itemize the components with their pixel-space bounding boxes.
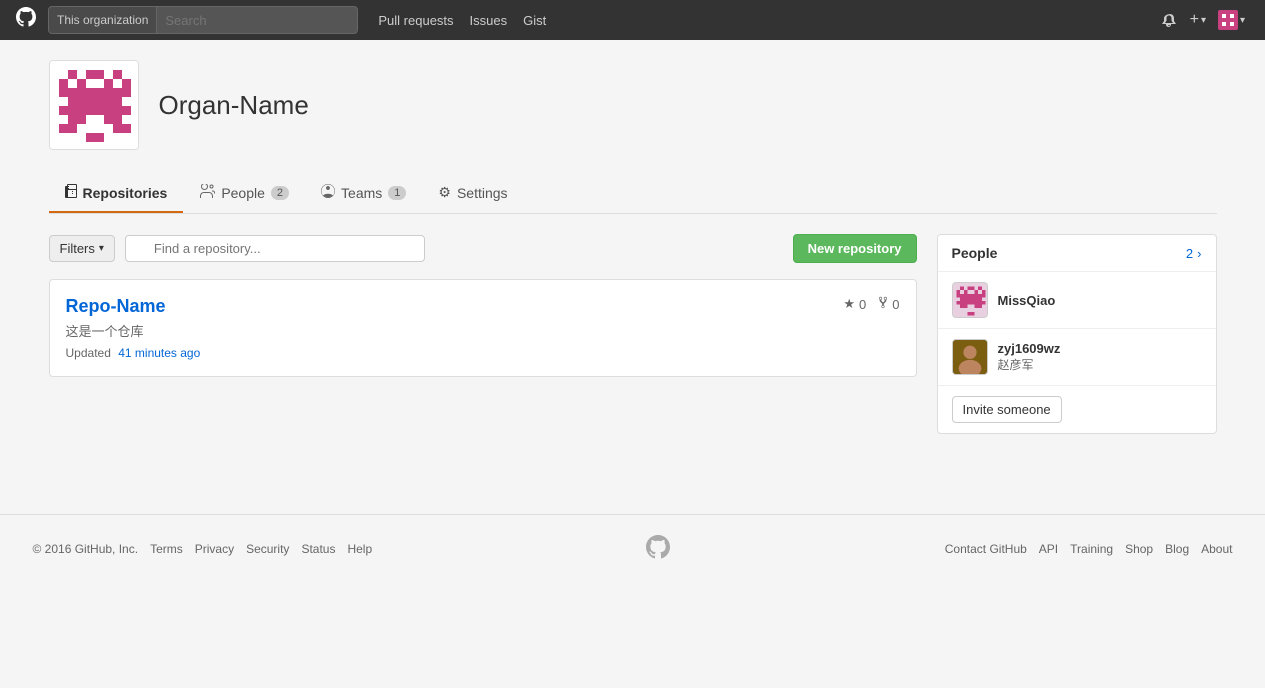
header-search-input[interactable]	[157, 13, 357, 28]
sidebar-header: People 2 ›	[938, 235, 1216, 272]
page-container: Organ-Name Repositories People 2 Teams 1…	[33, 40, 1233, 454]
filters-row: Filters ▾ New repository	[49, 234, 917, 263]
teams-badge: 1	[388, 186, 406, 200]
notifications-button[interactable]	[1156, 8, 1182, 32]
footer-right: Contact GitHub API Training Shop Blog Ab…	[945, 542, 1233, 556]
sidebar-footer: Invite someone	[938, 386, 1216, 433]
invite-someone-button[interactable]: Invite someone	[952, 396, 1062, 423]
org-name: Organ-Name	[159, 90, 309, 121]
people-badge: 2	[271, 186, 289, 200]
repo-updated: Updated 41 minutes ago	[66, 346, 900, 360]
footer-center	[646, 535, 670, 562]
zyj-alias: 赵彦军	[998, 356, 1061, 373]
content-sidebar: People 2 ›	[937, 234, 1217, 434]
filters-left: Filters ▾	[49, 235, 425, 262]
stars-count: 0	[859, 297, 866, 312]
invite-label: Invite someone	[963, 402, 1051, 417]
issues-link[interactable]: Issues	[470, 13, 508, 28]
people-icon	[199, 184, 215, 201]
footer-left: © 2016 GitHub, Inc. Terms Privacy Securi…	[33, 542, 373, 556]
people-count: 2	[1186, 246, 1193, 261]
new-repository-button[interactable]: New repository	[793, 234, 917, 263]
forks-count: 0	[892, 297, 899, 312]
footer-privacy-link[interactable]: Privacy	[195, 542, 234, 556]
footer-api-link[interactable]: API	[1039, 542, 1058, 556]
person-item-missqiao[interactable]: MissQiao	[938, 272, 1216, 329]
tab-settings[interactable]: ⚙ Settings	[422, 174, 523, 213]
footer-contact-link[interactable]: Contact GitHub	[945, 542, 1027, 556]
settings-icon: ⚙	[438, 184, 451, 201]
tab-teams-label: Teams	[341, 185, 382, 201]
footer-help-link[interactable]: Help	[347, 542, 372, 556]
repo-list: Repo-Name ★ 0 0	[49, 279, 917, 377]
repositories-icon	[65, 184, 77, 201]
org-avatar	[49, 60, 139, 150]
header-search-wrap: This organization	[48, 6, 358, 34]
find-repo-input[interactable]	[125, 235, 425, 262]
create-new-button[interactable]: + ▾	[1186, 7, 1210, 33]
updated-prefix: Updated	[66, 346, 111, 360]
repo-name-link[interactable]: Repo-Name	[66, 296, 166, 317]
zyj-info: zyj1609wz 赵彦军	[998, 341, 1061, 373]
repo-top-row: Repo-Name ★ 0 0	[66, 296, 900, 317]
tab-repositories[interactable]: Repositories	[49, 174, 184, 213]
person-item-zyj[interactable]: zyj1609wz 赵彦军	[938, 329, 1216, 386]
tab-teams[interactable]: Teams 1	[305, 174, 422, 213]
count-arrow-icon: ›	[1197, 246, 1201, 261]
tab-people-label: People	[221, 185, 265, 201]
header-right-actions: + ▾ ▾	[1156, 7, 1249, 33]
tab-people[interactable]: People 2	[183, 174, 305, 213]
zyj-avatar	[952, 339, 988, 375]
footer-copyright: © 2016 GitHub, Inc.	[33, 542, 139, 556]
tab-settings-label: Settings	[457, 185, 508, 201]
footer-inner: © 2016 GitHub, Inc. Terms Privacy Securi…	[33, 535, 1233, 562]
forks-stat: 0	[878, 296, 899, 312]
footer-shop-link[interactable]: Shop	[1125, 542, 1153, 556]
footer-about-link[interactable]: About	[1201, 542, 1232, 556]
org-header: Organ-Name	[49, 60, 1217, 150]
search-scope-label: This organization	[49, 7, 157, 33]
gist-link[interactable]: Gist	[523, 13, 546, 28]
star-icon: ★	[843, 296, 855, 312]
user-avatar-button[interactable]: ▾	[1214, 8, 1249, 32]
pull-requests-link[interactable]: Pull requests	[378, 13, 453, 28]
repo-stats: ★ 0 0	[843, 296, 899, 312]
footer-terms-link[interactable]: Terms	[150, 542, 183, 556]
missqiao-avatar	[952, 282, 988, 318]
missqiao-username: MissQiao	[998, 293, 1056, 308]
footer-training-link[interactable]: Training	[1070, 542, 1113, 556]
teams-icon	[321, 184, 335, 201]
footer-status-link[interactable]: Status	[301, 542, 335, 556]
footer-security-link[interactable]: Security	[246, 542, 289, 556]
repo-item: Repo-Name ★ 0 0	[49, 279, 917, 377]
tab-repositories-label: Repositories	[83, 185, 168, 201]
filters-button[interactable]: Filters ▾	[49, 235, 115, 262]
updated-time-link[interactable]: 41 minutes ago	[118, 346, 200, 360]
tabs-nav: Repositories People 2 Teams 1 ⚙ Settings	[49, 174, 1217, 214]
repo-description: 这是一个仓库	[66, 321, 900, 340]
content-main: Filters ▾ New repository Repo-Name	[49, 234, 917, 434]
stars-stat: ★ 0	[843, 296, 866, 312]
people-count-link[interactable]: 2 ›	[1186, 246, 1202, 261]
new-repository-label: New repository	[808, 241, 902, 256]
footer-blog-link[interactable]: Blog	[1165, 542, 1189, 556]
sidebar-people-title: People	[952, 245, 998, 261]
header-nav: Pull requests Issues Gist	[378, 13, 546, 28]
filters-label: Filters	[60, 241, 95, 256]
people-sidebar-box: People 2 ›	[937, 234, 1217, 434]
fork-icon	[878, 296, 888, 312]
content-row: Filters ▾ New repository Repo-Name	[49, 234, 1217, 434]
filter-dropdown-icon: ▾	[99, 243, 104, 254]
zyj-username: zyj1609wz	[998, 341, 1061, 356]
github-logo-icon[interactable]	[16, 7, 36, 33]
